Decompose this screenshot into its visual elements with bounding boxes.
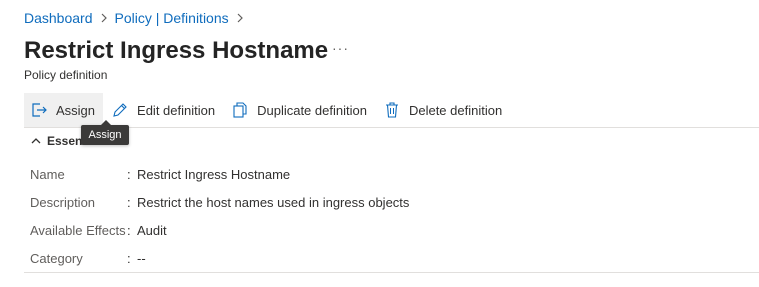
property-colon: : [127,195,131,210]
breadcrumb-policy-definitions[interactable]: Policy | Definitions [115,9,229,27]
duplicate-definition-label: Duplicate definition [257,102,367,118]
property-value: Audit [137,223,167,238]
chevron-right-icon [93,13,115,23]
edit-definition-button[interactable]: Edit definition [103,93,223,127]
essentials-divider [24,272,759,273]
property-key: Name [30,167,65,182]
property-colon: : [127,167,131,182]
property-colon: : [127,223,131,238]
chevron-up-icon [30,135,42,147]
breadcrumb: Dashboard Policy | Definitions [24,9,251,27]
delete-definition-button[interactable]: Delete definition [375,93,510,127]
delete-definition-label: Delete definition [408,102,503,118]
duplicate-icon [231,101,249,119]
page-title: Restrict Ingress Hostname [24,37,329,64]
edit-definition-label: Edit definition [137,102,216,118]
toolbar-divider [24,127,759,128]
page-subtitle: Policy definition [24,68,108,82]
assign-tooltip: Assign [81,120,129,145]
assign-icon [30,101,48,119]
more-icon[interactable]: ··· [332,40,349,56]
command-bar: Assign Edit definition Duplicate definit… [24,93,510,127]
policy-definition-page: Dashboard Policy | Definitions Restrict … [0,0,759,287]
trash-icon [383,101,401,119]
property-key: Description [30,195,96,210]
property-colon: : [127,251,131,266]
pencil-icon [111,101,129,119]
property-key: Category [30,251,83,266]
chevron-right-icon [229,13,251,23]
duplicate-definition-button[interactable]: Duplicate definition [223,93,375,127]
property-value: Restrict the host names used in ingress … [137,195,410,210]
property-key: Available Effects [30,223,126,238]
assign-button[interactable]: Assign [24,93,104,127]
assign-label: Assign [56,102,96,118]
property-value: Restrict Ingress Hostname [137,167,291,182]
property-value: -- [137,251,146,266]
breadcrumb-dashboard[interactable]: Dashboard [24,9,93,27]
